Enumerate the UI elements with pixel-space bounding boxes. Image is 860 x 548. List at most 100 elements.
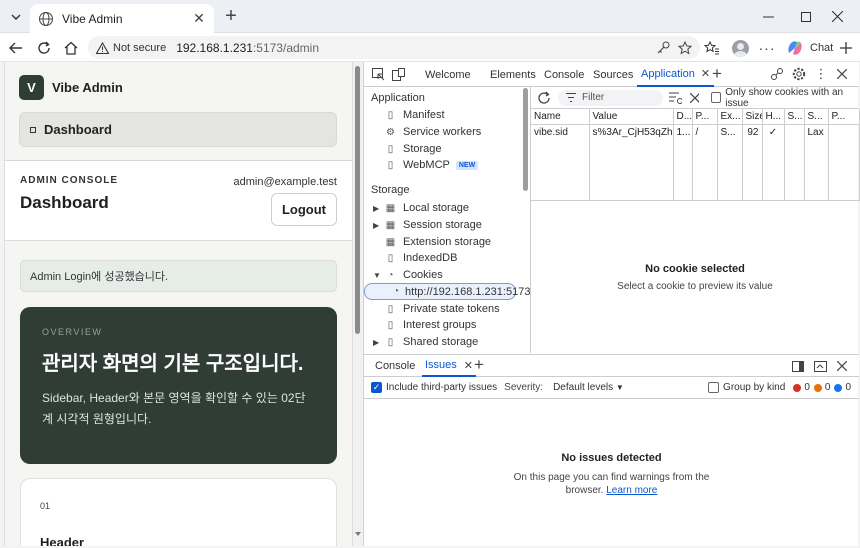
drawer-tab-console[interactable]: Console	[375, 355, 415, 377]
cookie-samesite-cell[interactable]: Lax	[804, 124, 829, 140]
new-tab-button[interactable]: +	[222, 6, 240, 26]
column-header[interactable]: Value	[589, 109, 674, 125]
cookie-value-cell[interactable]: s%3Ar_CjH53qZh...	[589, 124, 674, 140]
error-count[interactable]: 0	[793, 382, 810, 393]
clear-all-icon[interactable]	[689, 92, 699, 103]
column-header[interactable]: S...	[804, 109, 829, 125]
severity-select[interactable]: Default levels ▼	[553, 382, 624, 393]
not-secure-label[interactable]: Not secure	[113, 42, 166, 54]
home-button[interactable]	[61, 38, 81, 58]
sidebar-item-private-state-tokens[interactable]: ▯ Private state tokens	[384, 301, 500, 317]
column-header[interactable]: D...	[673, 109, 693, 125]
sidebar-item-extension-storage[interactable]: ▦ Extension storage	[384, 234, 491, 250]
expand-arrow-icon[interactable]: ▶	[373, 221, 379, 230]
customize-icon[interactable]	[769, 66, 785, 82]
column-header[interactable]: P...	[692, 109, 718, 125]
warning-count[interactable]: 0	[813, 382, 830, 393]
sidebar-item-local-storage[interactable]: ▶ ▦ Local storage	[373, 200, 469, 216]
column-header[interactable]: P...	[828, 109, 860, 125]
grid-icon: ▦	[385, 236, 396, 248]
expand-arrow-icon[interactable]: ▶	[373, 204, 379, 213]
sidebar-item-cookie-origin[interactable]: ◔ http://192.168.1.231:5173	[364, 283, 530, 300]
favorites-button[interactable]	[702, 38, 722, 58]
collapse-arrow-icon[interactable]: ▼	[373, 271, 381, 280]
sidebar-scrollbar[interactable]	[521, 88, 530, 352]
column-header[interactable]: Name	[531, 109, 590, 125]
tab-list-button[interactable]	[6, 7, 26, 27]
sidebar-item-service-workers[interactable]: ⚙ Service workers	[384, 124, 481, 140]
third-party-checkbox[interactable]: ✓	[371, 382, 382, 393]
close-devtools-icon[interactable]	[834, 66, 850, 82]
column-header[interactable]: H...	[762, 109, 785, 125]
reload-button[interactable]	[34, 38, 54, 58]
logout-button[interactable]: Logout	[271, 193, 337, 226]
cookie-secure-cell[interactable]	[784, 124, 805, 140]
more-menu-button[interactable]: ···	[757, 38, 777, 58]
url-text[interactable]: 192.168.1.231:5173/admin	[176, 41, 319, 55]
sidebar-item-shared-storage[interactable]: ▶ ▯ Shared storage	[373, 334, 478, 350]
dock-icon[interactable]	[790, 358, 806, 374]
header-eyebrow: ADMIN CONSOLE	[20, 175, 118, 186]
sidebar-item-cookies[interactable]: ▼ ◔ Cookies	[373, 267, 443, 283]
sidebar-item-manifest[interactable]: ▯ Manifest	[384, 107, 445, 123]
sidebar-item-interest-groups[interactable]: ▯ Interest groups	[384, 317, 477, 333]
add-drawer-tab-icon[interactable]: +	[471, 355, 487, 374]
info-count[interactable]: 0	[834, 382, 851, 393]
column-header[interactable]: Ex...	[717, 109, 743, 125]
sidebar-toggle-button[interactable]	[836, 38, 856, 58]
key-icon[interactable]	[656, 41, 670, 55]
sidebar-item-dashboard[interactable]: Dashboard	[19, 112, 337, 147]
settings-gear-icon[interactable]	[791, 66, 807, 82]
warning-icon[interactable]	[96, 41, 109, 54]
tab-console[interactable]: Console	[544, 62, 584, 87]
cookie-priority-cell[interactable]	[828, 124, 860, 140]
sidebar-item-webmcp[interactable]: ▯ WebMCP NEW	[384, 157, 479, 173]
page-scrollbar-thumb[interactable]	[355, 66, 360, 334]
add-panel-icon[interactable]: +	[709, 64, 725, 83]
expand-arrow-icon[interactable]: ▶	[373, 338, 379, 347]
web-page: V Vibe Admin Dashboard ADMIN CONSOLE Das…	[4, 62, 353, 546]
learn-more-link[interactable]: Learn more	[606, 485, 657, 496]
omnibox[interactable]: Not secure 192.168.1.231:5173/admin	[88, 36, 700, 59]
filter-input[interactable]: Filter	[558, 89, 663, 106]
tab-welcome[interactable]: Welcome	[425, 62, 471, 87]
brand[interactable]: V Vibe Admin	[19, 75, 123, 100]
group-by-kind-checkbox[interactable]	[708, 382, 720, 393]
sidebar-item-session-storage[interactable]: ▶ ▦ Session storage	[373, 217, 482, 233]
cookie-httponly-cell[interactable]: ✓	[762, 124, 785, 140]
more-options-icon[interactable]: ⋮	[813, 66, 829, 82]
close-window-button[interactable]	[815, 0, 860, 33]
card-number: 01	[40, 501, 51, 511]
browser-tab[interactable]: Vibe Admin ✕	[30, 4, 214, 33]
close-tab-icon[interactable]: ✕	[192, 10, 206, 26]
drawer-tab-issues[interactable]: Issues ✕	[422, 355, 477, 377]
only-issues-checkbox[interactable]	[710, 92, 722, 103]
tab-sources[interactable]: Sources	[593, 62, 633, 87]
cookie-domain-cell[interactable]: 1...	[673, 124, 693, 140]
cookie-size-cell[interactable]: 92	[742, 124, 763, 140]
sidebar-item-indexeddb[interactable]: ▯ IndexedDB	[384, 250, 458, 266]
copilot-chat-button[interactable]: Chat	[786, 38, 833, 58]
profile-button[interactable]	[730, 38, 750, 58]
close-drawer-icon[interactable]	[834, 358, 850, 374]
star-icon[interactable]	[678, 40, 692, 55]
page-scrollbar[interactable]	[352, 62, 362, 546]
cookie-path-cell[interactable]: /	[692, 124, 718, 140]
back-button[interactable]	[6, 38, 26, 58]
column-header[interactable]: S...	[784, 109, 805, 125]
sidebar-item-storage[interactable]: ▯ Storage	[384, 141, 442, 157]
cookie-name-cell[interactable]: vibe.sid	[531, 124, 590, 140]
sidebar-scrollbar-thumb[interactable]	[523, 88, 528, 191]
tab-elements[interactable]: Elements	[490, 62, 536, 87]
refresh-icon[interactable]	[537, 91, 550, 105]
device-toolbar-icon[interactable]	[390, 66, 406, 82]
inspect-element-icon[interactable]	[370, 66, 386, 82]
clear-filtered-icon[interactable]	[668, 92, 682, 104]
cookie-expires-cell[interactable]: S...	[717, 124, 743, 140]
column-header[interactable]: Size	[742, 109, 763, 125]
table-row[interactable]: vibe.sid s%3Ar_CjH53qZh... 1... / S... 9…	[531, 124, 860, 140]
tab-application[interactable]: Application ✕	[637, 62, 715, 87]
count-value: 0	[804, 382, 810, 393]
scroll-down-icon[interactable]	[355, 532, 361, 537]
undock-icon[interactable]	[812, 358, 828, 374]
